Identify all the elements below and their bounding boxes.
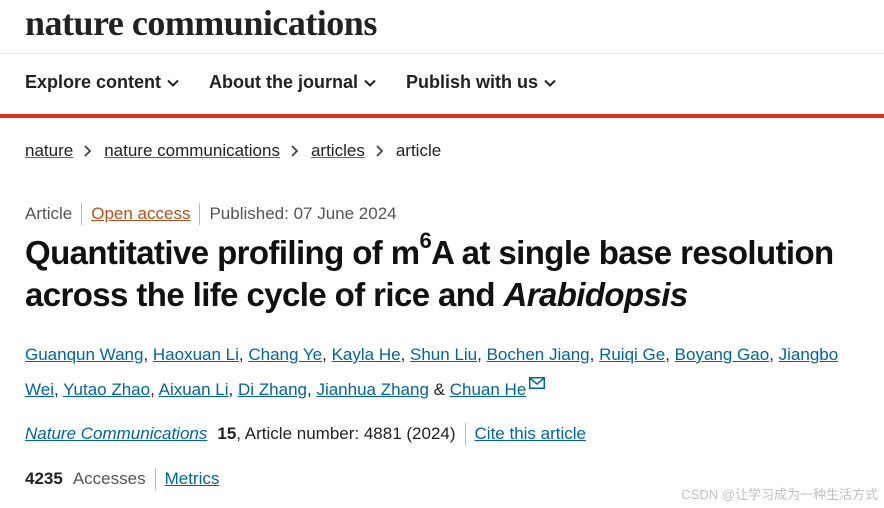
author-link[interactable]: Jianhua Zhang bbox=[316, 380, 428, 399]
nav-label: About the journal bbox=[209, 72, 359, 92]
chevron-right-icon bbox=[376, 145, 384, 157]
journal-volume: 15 bbox=[217, 424, 237, 443]
author-link[interactable]: Di Zhang bbox=[238, 380, 307, 399]
author-link[interactable]: Boyang Gao bbox=[675, 345, 770, 364]
cite-article-link[interactable]: Cite this article bbox=[475, 424, 586, 444]
chevron-right-icon bbox=[291, 145, 299, 157]
citation-line: Nature Communications 15 , Article numbe… bbox=[25, 423, 586, 445]
author-link[interactable]: Haoxuan Li bbox=[153, 345, 239, 364]
breadcrumb-nature-communications[interactable]: nature communications bbox=[104, 141, 280, 161]
header-divider bbox=[0, 53, 884, 54]
article-meta: Article Open access Published: 07 June 2… bbox=[25, 203, 397, 225]
open-access-link[interactable]: Open access bbox=[91, 204, 190, 224]
article-number: , Article number: 4881 (2024) bbox=[236, 424, 456, 443]
main-nav: Explore content About the journal Publis… bbox=[25, 72, 556, 93]
author-link[interactable]: Guanqun Wang bbox=[25, 345, 143, 364]
title-text: Quantitative profiling of m bbox=[25, 234, 420, 271]
author-link[interactable]: Kayla He bbox=[332, 345, 401, 364]
author-link[interactable]: Ruiqi Ge bbox=[599, 345, 665, 364]
chevron-down-icon bbox=[544, 79, 556, 87]
breadcrumb-current: article bbox=[395, 141, 442, 160]
author-list: Guanqun Wang, Haoxuan Li, Chang Ye, Kayl… bbox=[25, 345, 839, 399]
author-link[interactable]: Chuan He bbox=[450, 380, 527, 399]
site-logo[interactable]: nature communications bbox=[25, 2, 377, 44]
access-count: 4235 bbox=[25, 469, 63, 488]
title-superscript: 6 bbox=[419, 228, 432, 253]
watermark: CSDN @让学习成为一种生活方式 bbox=[681, 487, 878, 502]
article-title: Quantitative profiling of m6A at single … bbox=[25, 230, 875, 316]
nav-explore-content[interactable]: Explore content bbox=[25, 72, 179, 93]
author-link[interactable]: Bochen Jiang bbox=[487, 345, 590, 364]
author-link[interactable]: Aixuan Li bbox=[159, 380, 229, 399]
mail-icon[interactable] bbox=[529, 377, 546, 389]
metrics-bar: 4235 Accesses Metrics bbox=[25, 468, 219, 490]
citation-divider bbox=[464, 423, 466, 445]
nav-about-journal[interactable]: About the journal bbox=[209, 72, 376, 93]
nav-publish-with-us[interactable]: Publish with us bbox=[406, 72, 556, 93]
meta-divider bbox=[81, 203, 83, 225]
metrics-divider bbox=[154, 468, 156, 490]
title-italic: Arabidopsis bbox=[503, 276, 688, 313]
chevron-down-icon bbox=[167, 79, 179, 87]
nav-label: Publish with us bbox=[406, 72, 539, 92]
metrics-link[interactable]: Metrics bbox=[165, 469, 220, 489]
breadcrumb-articles[interactable]: articles bbox=[311, 141, 365, 161]
breadcrumb-nature[interactable]: nature bbox=[25, 141, 73, 161]
author-link[interactable]: Chang Ye bbox=[248, 345, 322, 364]
author-link[interactable]: Yutao Zhao bbox=[63, 380, 150, 399]
breadcrumb: nature nature communications articles ar… bbox=[25, 141, 441, 161]
chevron-down-icon bbox=[364, 79, 376, 87]
published-date: Published: 07 June 2024 bbox=[209, 204, 397, 223]
article-type: Article bbox=[25, 204, 73, 223]
nav-label: Explore content bbox=[25, 72, 162, 92]
accent-bar bbox=[0, 114, 884, 118]
access-label: Accesses bbox=[72, 469, 146, 488]
chevron-right-icon bbox=[84, 145, 92, 157]
author-link[interactable]: Shun Liu bbox=[410, 345, 477, 364]
meta-divider bbox=[199, 203, 201, 225]
journal-link[interactable]: Nature Communications bbox=[25, 424, 207, 444]
